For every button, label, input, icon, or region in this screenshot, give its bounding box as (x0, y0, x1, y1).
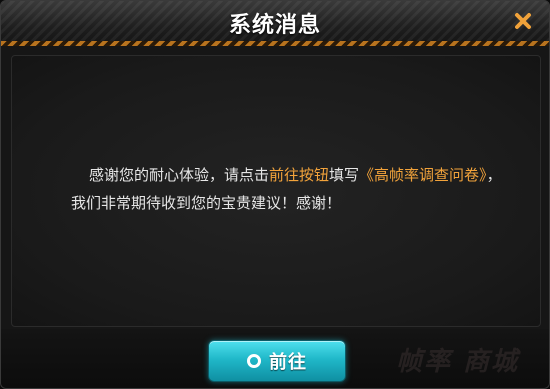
title-decorative-stripe (1, 41, 549, 46)
go-button[interactable]: 前往 (208, 340, 346, 382)
background-deco-text-2: 商城 (463, 347, 520, 377)
dialog-title: 系统消息 (228, 13, 321, 38)
close-icon (515, 13, 531, 29)
message-part2: 填写 (329, 166, 360, 184)
message-text: 感谢您的耐心体验，请点击前往按钮填写《高帧率调查问卷》，我们非常期待收到您的宝贵… (71, 161, 511, 217)
close-button[interactable] (509, 7, 537, 35)
background-deco-text-1: 帧率 (396, 347, 453, 377)
circle-icon (247, 354, 261, 368)
system-message-dialog: 系统消息 感谢您的耐心体验，请点击前往按钮填写《高帧率调查问卷》，我们非常期待收… (0, 0, 550, 389)
message-link-button-text: 前往按钮 (269, 166, 330, 184)
survey-name: 《高帧率调查问卷》 (359, 166, 487, 184)
go-button-label: 前往 (269, 352, 307, 373)
dialog-titlebar: 系统消息 (1, 1, 549, 46)
message-part1: 感谢您的耐心体验，请点击 (89, 166, 270, 184)
